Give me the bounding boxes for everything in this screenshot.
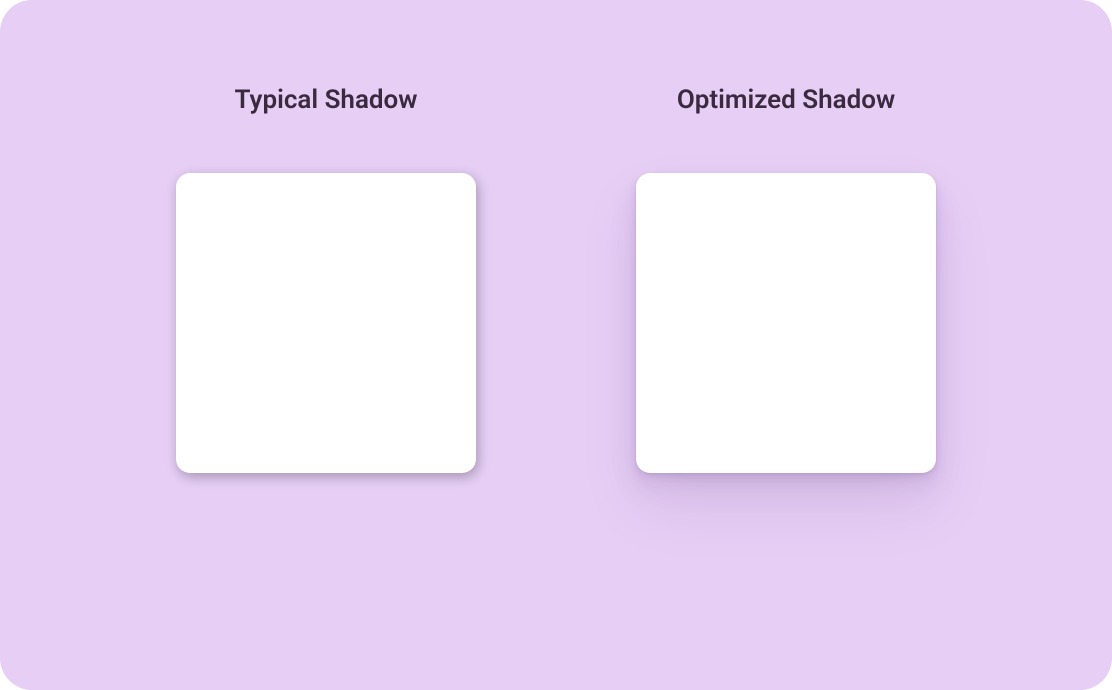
typical-shadow-label: Typical Shadow — [235, 85, 418, 115]
optimized-shadow-example: Optimized Shadow — [636, 85, 936, 473]
shadow-comparison-container: Typical Shadow Optimized Shadow — [0, 0, 1112, 690]
optimized-shadow-label: Optimized Shadow — [677, 85, 895, 115]
typical-shadow-example: Typical Shadow — [176, 85, 476, 473]
optimized-shadow-box — [636, 173, 936, 473]
typical-shadow-box — [176, 173, 476, 473]
